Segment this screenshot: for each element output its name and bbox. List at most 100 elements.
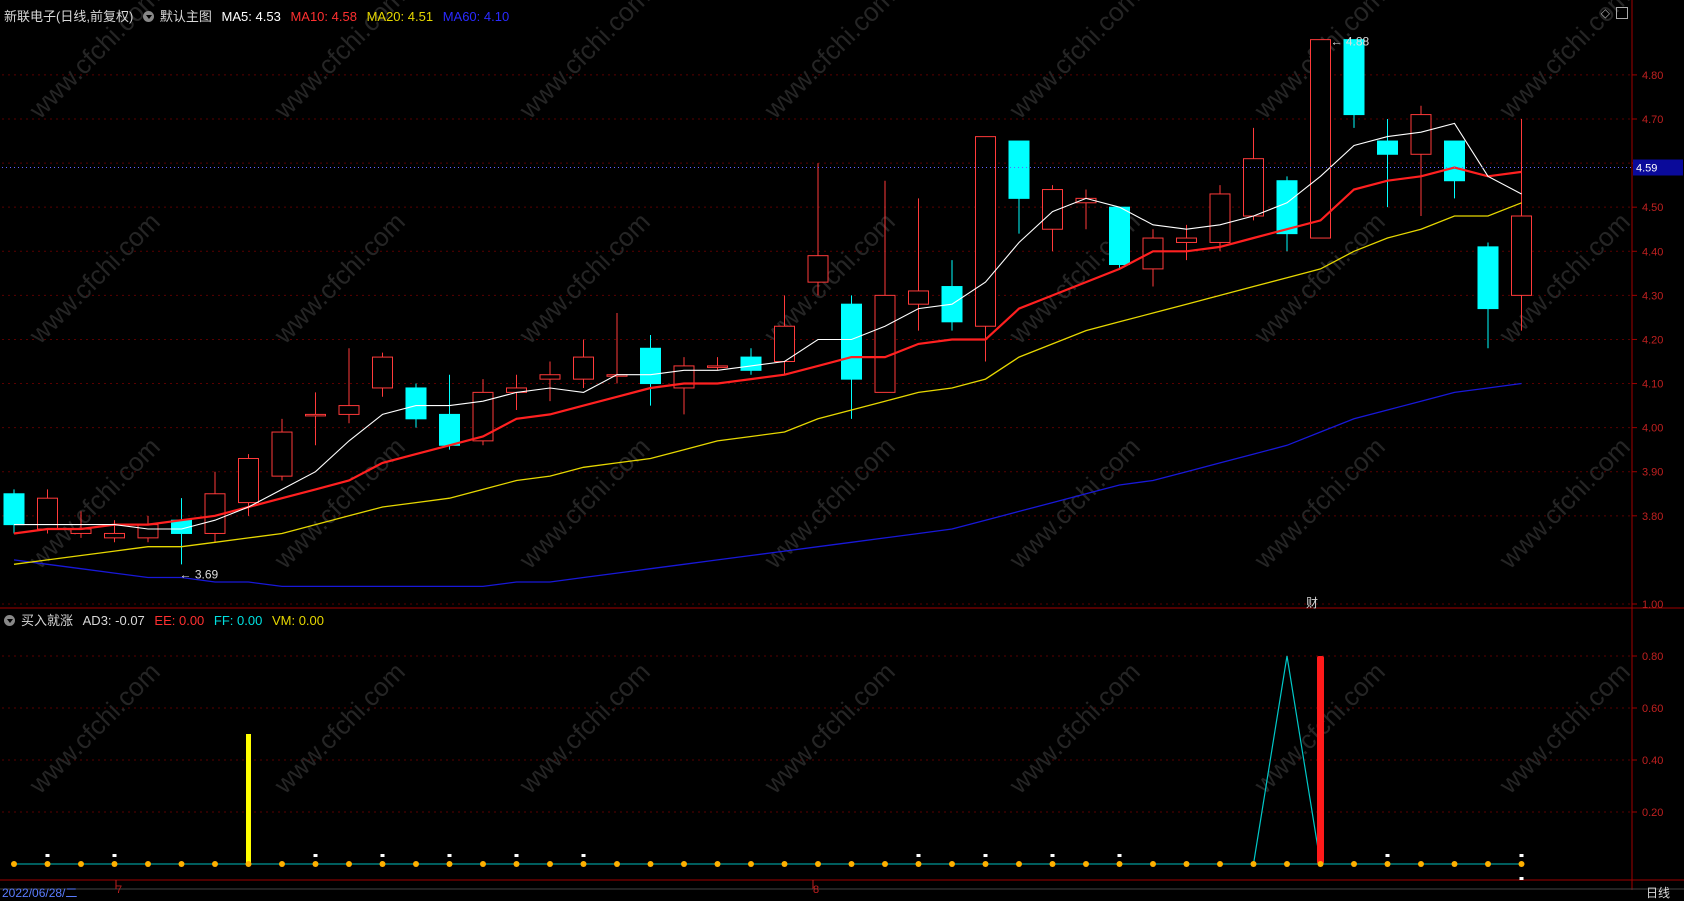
candle-body [1008,140,1030,199]
stock-title[interactable]: 新联电子(日线,前复权) [4,9,133,24]
signal-dot [949,861,955,867]
signal-dot [748,861,754,867]
stock-chart[interactable]: www.cfchi.com www.cfchi.com www.cfchi.com w… [0,0,1684,900]
signal-dot [547,861,553,867]
finance-marker[interactable]: 财 [1306,594,1318,611]
y-tick-label: 1.00 [1642,599,1663,611]
candle-body [1511,215,1532,296]
signal-dot [78,861,84,867]
candle-body [271,431,293,477]
signal-dot [346,861,352,867]
template-name[interactable]: 默认主图 [160,9,212,24]
candle-body [405,387,427,420]
candle-body [338,405,360,415]
signal-dot [614,861,620,867]
y-tick-label: 4.50 [1642,202,1663,214]
signal-tick [313,854,318,857]
signal-dot [714,861,721,867]
ee-bar [1317,656,1324,864]
watermark-text: www.cfchi.com [22,656,165,799]
watermark-text: www.cfchi.com [267,206,410,349]
candle-body [1209,193,1231,243]
signal-tick [380,854,385,857]
signal-tick [1385,854,1390,857]
signal-dot [413,861,419,867]
candle-body [3,493,25,526]
cursor-date: 2022/06/28/二 [2,886,78,900]
vm-value: VM: 0.00 [271,613,324,628]
signal-tick [112,854,117,857]
watermark-text: www.cfchi.com [512,656,655,799]
signal-dot [1485,861,1491,867]
indicator-name[interactable]: 买入就涨 [21,613,73,628]
chevron-down-icon[interactable] [142,11,154,22]
signal-tick [983,854,988,857]
y-tick-label: 4.40 [1642,246,1663,258]
y-tick-label: 0.20 [1642,807,1663,819]
candle-body [539,374,561,380]
y-tick-label: 3.90 [1642,467,1663,479]
watermark-text: www.cfchi.com [1002,656,1145,799]
signal-tick [1117,854,1122,857]
signal-dot [1317,861,1324,867]
y-tick-label: 0.40 [1642,755,1663,767]
watermark-text: www.cfchi.com [1492,656,1635,799]
signal-dot [1016,861,1022,867]
candle-body [573,356,594,380]
candle-body [1343,39,1365,116]
candle-body [774,325,795,362]
watermark-text: www.cfchi.com [512,431,655,574]
watermark-text: www.cfchi.com [1492,431,1635,574]
high-label: ← 4.88 [1331,35,1370,49]
signal-dot [681,861,687,867]
candle-body [640,347,661,385]
candle-body [975,136,996,327]
y-tick-label: 0.60 [1642,703,1663,715]
signal-dot [580,861,587,867]
signal-dot [1217,861,1223,867]
y-tick-label: 4.80 [1642,70,1663,82]
watermark-text: www.cfchi.com [1247,431,1390,574]
price-tag-label: 4.59 [1636,163,1657,175]
chevron-down-icon[interactable] [4,615,15,626]
signal-dot [1116,861,1123,867]
signal-dot [848,861,855,867]
ma60-value: MA60: 4.10 [442,9,510,24]
signal-dot [480,861,486,867]
ma20-value: MA20: 4.51 [366,9,434,24]
signal-dot [312,861,319,867]
watermark-text: www.cfchi.com [512,206,655,349]
signal-dot [513,861,520,867]
diamond-icon[interactable]: ◇ [1601,6,1610,20]
tab-period-daily[interactable]: 日线 [1646,884,1670,901]
signal-dot [1351,861,1357,867]
low-label: ← 3.69 [180,567,219,581]
candle-body [305,413,326,417]
y-tick-label: 4.20 [1642,334,1663,346]
signal-dot [379,861,386,867]
candle-body [137,524,159,539]
signal-tick [1519,877,1524,880]
signal-dot [1418,861,1424,867]
signal-tick [447,854,452,857]
y-tick-label: 4.30 [1642,290,1663,302]
candle-body [807,255,829,283]
vm-bar [246,734,251,864]
signal-dot [1451,861,1458,867]
window-icon[interactable] [1616,7,1628,19]
candle-body [1176,237,1197,243]
signal-dot [1284,861,1290,867]
signal-dot [1384,861,1391,867]
candle-body [908,290,929,305]
ma10-value: MA10: 4.58 [290,9,357,24]
candle-body [1276,180,1298,235]
signal-dot [1049,861,1056,867]
signal-dot [245,861,252,867]
signal-dot [145,861,151,867]
signal-dot [212,861,218,867]
candle-body [104,532,125,539]
watermark-text: www.cfchi.com [22,206,165,349]
candle-body [874,294,896,393]
month-mark-8: 8 [813,884,820,896]
signal-dot [446,861,453,867]
